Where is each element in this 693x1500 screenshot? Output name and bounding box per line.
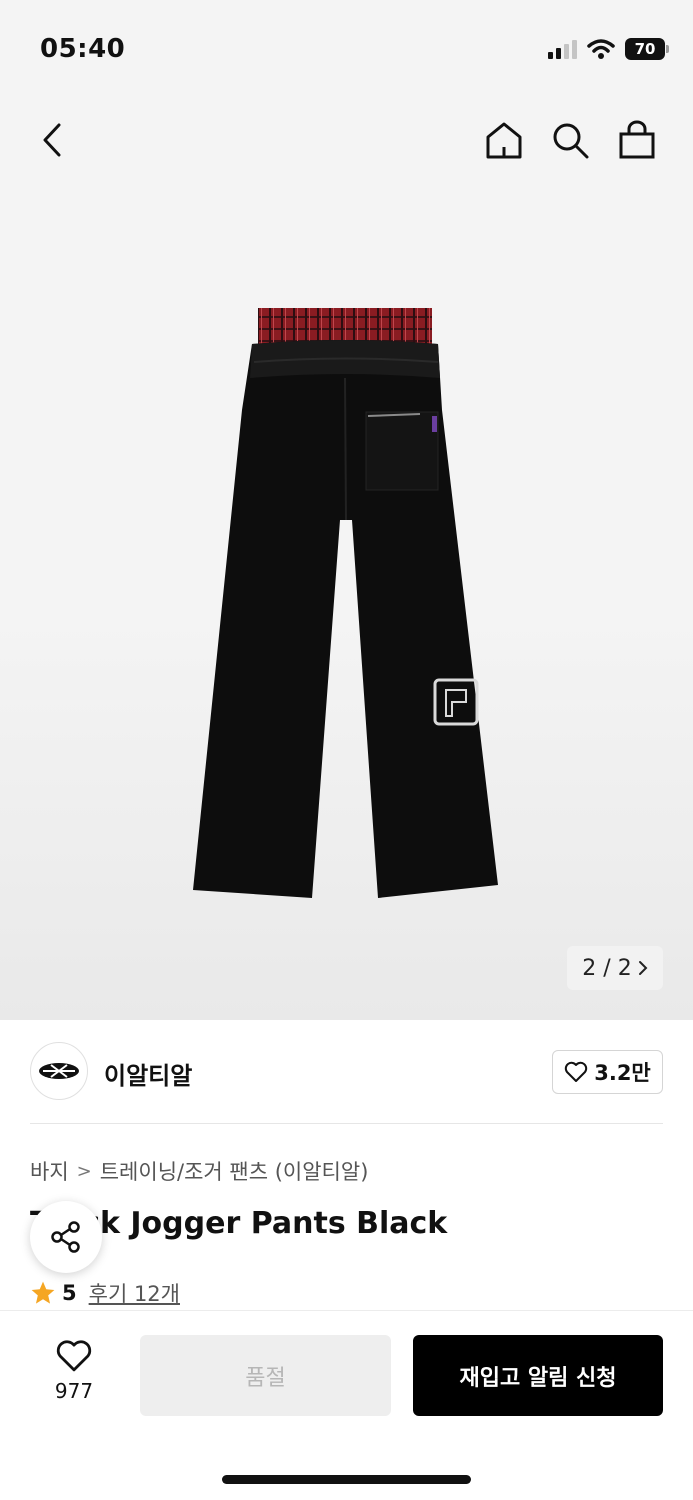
back-button[interactable] [30,118,74,162]
brand-like-button[interactable]: 3.2만 [552,1050,663,1094]
heart-icon [56,1340,92,1372]
search-icon [553,123,589,159]
brand-name[interactable]: 이알티알 [104,1056,192,1091]
chevron-right-icon [638,961,648,975]
breadcrumb-subcategory[interactable]: 트레이닝/조거 팬츠 (이알티알) [100,1156,369,1186]
rating-score: 5 [62,1281,77,1305]
brand-row[interactable]: 이알티알 3.2만 [30,1042,663,1102]
cellular-signal-icon [548,39,577,59]
home-icon [486,122,522,159]
home-indicator [222,1475,471,1484]
review-link[interactable]: 후기 12개 [89,1278,180,1308]
heart-icon [565,1061,588,1082]
wifi-icon [587,39,615,59]
wish-count: 977 [54,1379,94,1403]
gallery-pager[interactable]: 2 / 2 [567,946,663,990]
brand-logo[interactable] [30,1042,88,1100]
bottom-action-bar: 977 품절 재입고 알림 신청 [0,1310,693,1500]
battery-icon: 70 [625,38,669,60]
home-button[interactable] [482,118,526,162]
breadcrumb-separator-icon: > [76,1160,92,1182]
status-indicators: 70 [548,38,669,60]
divider [30,1123,663,1124]
search-button[interactable] [548,118,592,162]
status-time: 05:40 [40,34,126,64]
wish-button[interactable]: 977 [34,1339,114,1409]
breadcrumb: 바지 > 트레이닝/조거 팬츠 (이알티알) [30,1156,368,1186]
rating-row: 5 후기 12개 [30,1278,180,1308]
share-button[interactable] [30,1201,102,1273]
chevron-left-icon [43,123,61,157]
breadcrumb-category[interactable]: 바지 [30,1156,69,1186]
brand-logo-icon [39,1063,79,1079]
product-gallery[interactable]: 05:40 70 2 / 2 [0,0,693,1020]
restock-alert-button[interactable]: 재입고 알림 신청 [413,1335,663,1416]
brand-like-count: 3.2만 [594,1061,651,1085]
shopping-bag-icon [619,120,655,159]
product-photo-pants [193,308,498,898]
share-icon [51,1221,80,1253]
cart-button[interactable] [615,118,659,162]
pager-text: 2 / 2 [582,955,632,981]
star-icon [31,1281,55,1304]
soldout-button: 품절 [140,1335,391,1416]
